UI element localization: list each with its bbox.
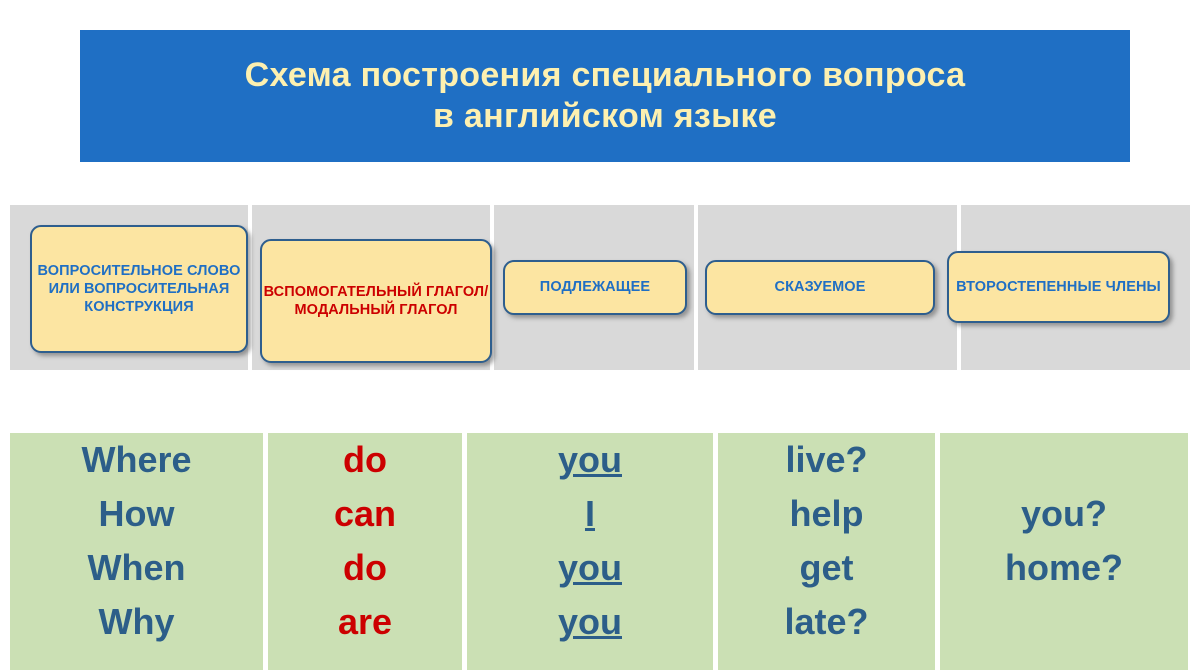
cell-text: are bbox=[337, 601, 393, 642]
slide-title-banner: Схема построения специального вопроса в … bbox=[80, 30, 1130, 162]
cell-text: help bbox=[789, 493, 864, 534]
table-cell bbox=[940, 433, 1188, 487]
structure-box-label: ВОПРОСИТЕЛЬНОЕ СЛОВО ИЛИ ВОПРОСИТЕЛЬНАЯ … bbox=[37, 262, 241, 316]
page-title-line-1: Схема построения специального вопроса bbox=[244, 55, 966, 94]
table-cell: are bbox=[268, 595, 462, 649]
cell-text: can bbox=[333, 493, 397, 534]
structure-box-label: СКАЗУЕМОЕ bbox=[774, 279, 866, 296]
table-cell: help bbox=[718, 487, 935, 541]
cell-text: late? bbox=[784, 601, 869, 642]
cell-text: you bbox=[557, 601, 622, 642]
examples-column-subject: you I you you bbox=[467, 433, 713, 670]
cell-text: you bbox=[557, 547, 622, 588]
table-cell: Where bbox=[10, 433, 263, 487]
cell-text: you bbox=[557, 439, 622, 480]
table-cell: home? bbox=[940, 541, 1188, 595]
structure-box-question-word[interactable]: ВОПРОСИТЕЛЬНОЕ СЛОВО ИЛИ ВОПРОСИТЕЛЬНАЯ … bbox=[30, 225, 248, 353]
table-cell: you bbox=[467, 541, 713, 595]
cell-text: do bbox=[343, 547, 387, 588]
structure-box-subject[interactable]: ПОДЛЕЖАЩЕЕ bbox=[503, 260, 687, 315]
examples-table: Where How When Why do can do are you I y… bbox=[10, 433, 1188, 670]
cell-text: get bbox=[799, 547, 854, 588]
cell-text: Where bbox=[81, 439, 192, 480]
structure-box-auxiliary-verb[interactable]: ВСПОМОГАТЕЛЬНЫЙ ГЛАГОЛ/ МОДАЛЬНЫЙ ГЛАГОЛ bbox=[260, 239, 492, 363]
cell-text: I bbox=[584, 493, 595, 534]
cell-text: do bbox=[343, 439, 387, 480]
examples-column-predicate: live? help get late? bbox=[718, 433, 935, 670]
examples-column-auxiliary-verb: do can do are bbox=[268, 433, 462, 670]
table-cell: Why bbox=[10, 595, 263, 649]
structure-box-predicate[interactable]: СКАЗУЕМОЕ bbox=[705, 260, 935, 315]
cell-text: you? bbox=[1021, 493, 1107, 534]
page-title-line-2: в английском языке bbox=[432, 97, 777, 135]
structure-box-secondary-members[interactable]: ВТОРОСТЕПЕННЫЕ ЧЛЕНЫ bbox=[947, 251, 1170, 323]
table-cell: you? bbox=[940, 487, 1188, 541]
structure-box-label: ВСПОМОГАТЕЛЬНЫЙ ГЛАГОЛ/ МОДАЛЬНЫЙ ГЛАГОЛ bbox=[263, 283, 489, 318]
cell-text: live? bbox=[785, 439, 868, 480]
table-cell: can bbox=[268, 487, 462, 541]
table-cell: live? bbox=[718, 433, 935, 487]
examples-column-question-word: Where How When Why bbox=[10, 433, 263, 670]
table-cell: you bbox=[467, 433, 713, 487]
table-cell: get bbox=[718, 541, 935, 595]
cell-text: Why bbox=[98, 601, 175, 642]
table-cell: How bbox=[10, 487, 263, 541]
cell-text: home? bbox=[1004, 547, 1123, 588]
structure-box-label: ПОДЛЕЖАЩЕЕ bbox=[539, 279, 651, 296]
table-cell: you bbox=[467, 595, 713, 649]
sentence-structure-band: ВОПРОСИТЕЛЬНОЕ СЛОВО ИЛИ ВОПРОСИТЕЛЬНАЯ … bbox=[10, 205, 1190, 370]
table-cell: I bbox=[467, 487, 713, 541]
table-cell: When bbox=[10, 541, 263, 595]
table-cell: do bbox=[268, 541, 462, 595]
table-cell: do bbox=[268, 433, 462, 487]
structure-box-label: ВТОРОСТЕПЕННЫЕ ЧЛЕНЫ bbox=[956, 278, 1161, 295]
table-cell bbox=[940, 595, 1188, 649]
cell-text: How bbox=[98, 493, 175, 534]
examples-column-secondary-members: you? home? bbox=[940, 433, 1188, 670]
cell-text: When bbox=[87, 547, 186, 588]
table-cell: late? bbox=[718, 595, 935, 649]
